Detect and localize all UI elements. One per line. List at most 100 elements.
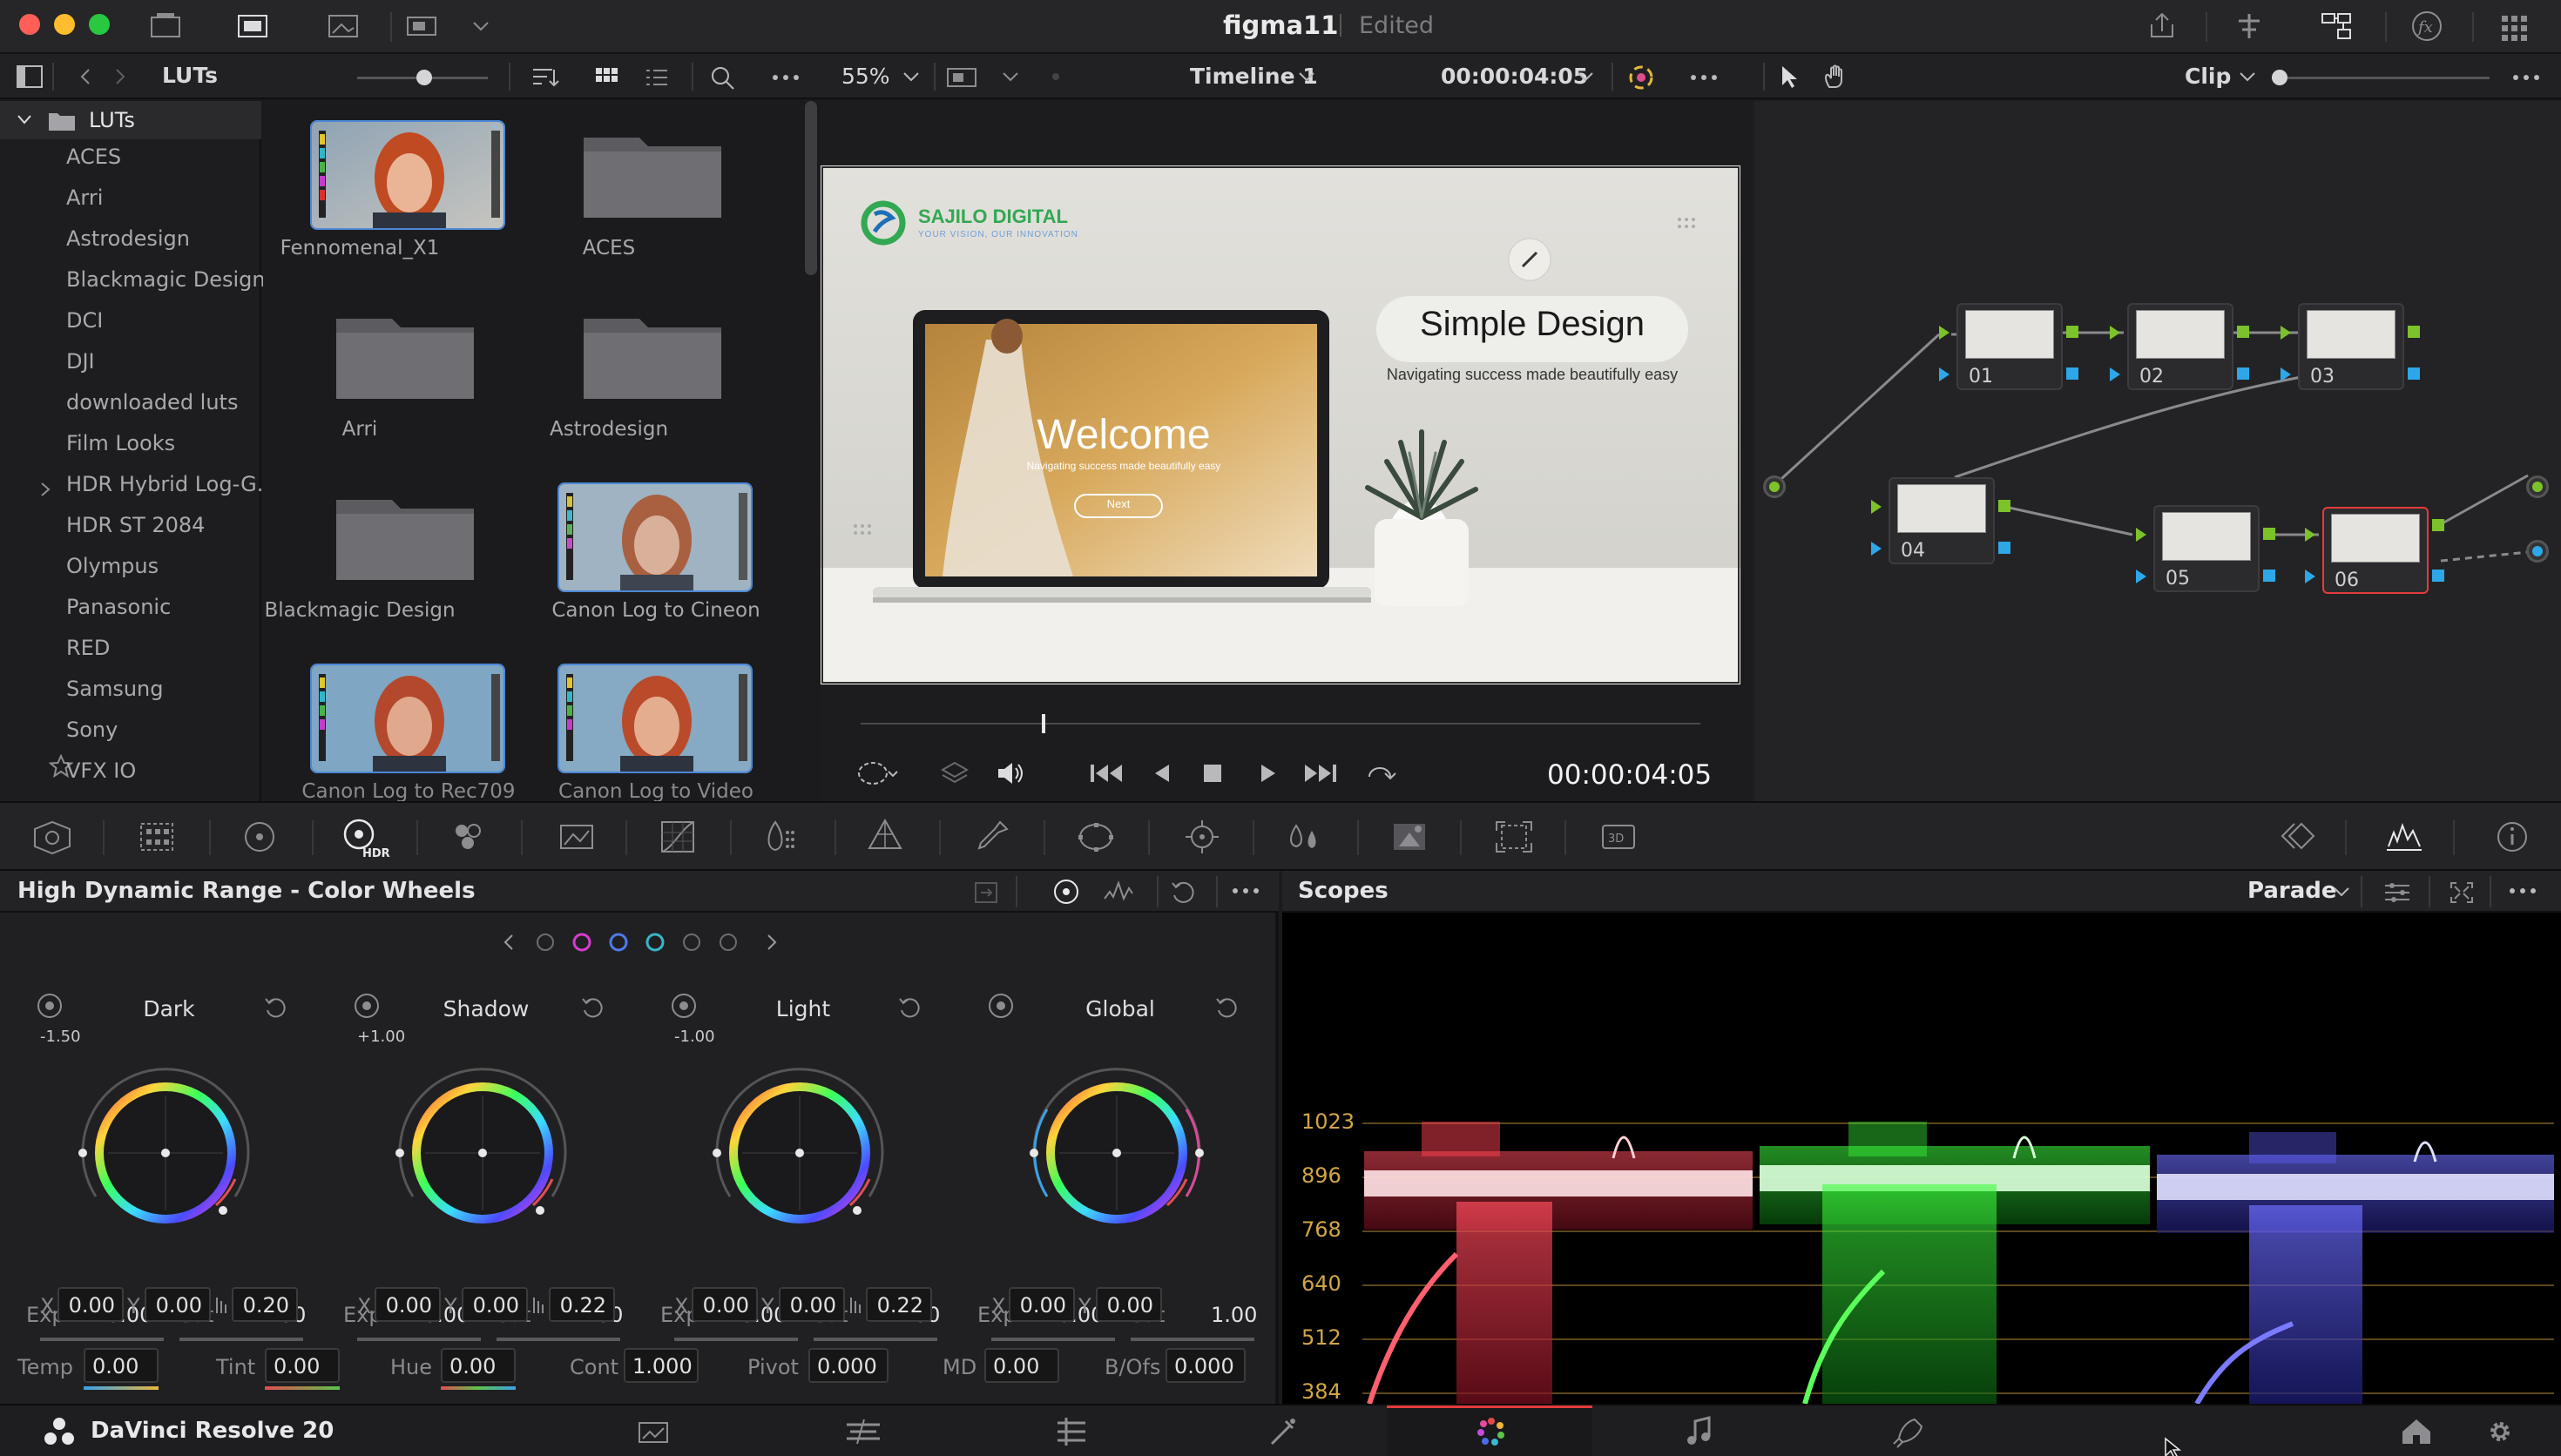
fullscreen-icon[interactable] — [2446, 878, 2477, 907]
zoom-level[interactable]: 55% — [841, 64, 890, 89]
tree-item[interactable]: HDR ST 2084 — [66, 513, 205, 537]
reset-icon[interactable] — [261, 993, 291, 1022]
falloff-field[interactable]: 0.22 — [866, 1287, 932, 1322]
list-view-icon[interactable] — [643, 64, 671, 91]
node-editor-icon[interactable] — [2317, 9, 2355, 44]
node-05[interactable]: 05 — [2153, 505, 2260, 592]
tree-item[interactable]: Arri — [66, 185, 103, 210]
node-input[interactable] — [1763, 475, 1786, 498]
tree-item[interactable]: VFX IO — [66, 758, 136, 783]
search-icon[interactable] — [709, 64, 737, 91]
forward-icon[interactable] — [111, 66, 129, 87]
node-02[interactable]: 02 — [2127, 303, 2233, 390]
param-field[interactable]: 0.00 — [265, 1348, 340, 1383]
exp-slider[interactable] — [40, 1338, 164, 1341]
param-field[interactable]: 0.000 — [808, 1348, 889, 1383]
zone-picker-icon[interactable] — [35, 991, 64, 1021]
zone-next-icon[interactable] — [761, 932, 782, 953]
zone-picker-icon[interactable] — [986, 991, 1016, 1021]
sat-slider[interactable] — [179, 1338, 303, 1341]
chevron-down-icon[interactable] — [2331, 883, 2352, 900]
loop-icon[interactable] — [1361, 756, 1401, 791]
viewer-mode-icon[interactable] — [944, 64, 979, 91]
chevron-down-icon[interactable] — [1575, 68, 1596, 85]
playhead[interactable] — [1042, 714, 1045, 733]
chevron-down-icon[interactable] — [2237, 68, 2258, 85]
tree-item[interactable]: Panasonic — [66, 595, 171, 619]
fusion-page-icon[interactable] — [1263, 1414, 1301, 1449]
rgb-mixer-icon[interactable] — [444, 815, 490, 859]
param-field[interactable]: 0.00 — [441, 1348, 516, 1383]
folder-icon[interactable] — [578, 307, 726, 402]
x-field[interactable]: 0.00 — [1009, 1287, 1075, 1322]
sat-slider[interactable] — [1131, 1338, 1254, 1341]
param-field[interactable]: 0.000 — [1166, 1348, 1246, 1383]
close-window-button[interactable] — [19, 14, 40, 35]
more-options-icon[interactable] — [2509, 64, 2544, 91]
tree-root[interactable]: LUTs — [89, 108, 135, 132]
fairlight-page-icon[interactable] — [1681, 1414, 1720, 1449]
lut-thumbnail-canon-video[interactable] — [557, 664, 753, 773]
sort-icon[interactable] — [526, 64, 561, 91]
color-warper-icon[interactable] — [758, 815, 803, 859]
color-page-icon[interactable] — [1472, 1414, 1510, 1449]
tree-item[interactable]: downloaded luts — [66, 390, 238, 415]
tree-item[interactable]: Olympus — [66, 554, 159, 578]
info-icon[interactable] — [2490, 815, 2535, 859]
hand-icon[interactable] — [1821, 63, 1850, 91]
exp-slider[interactable] — [991, 1338, 1115, 1341]
back-icon[interactable] — [77, 66, 94, 87]
color-match-icon[interactable] — [134, 815, 179, 859]
color-wheel[interactable] — [1012, 1048, 1221, 1257]
sat-slider[interactable] — [814, 1338, 937, 1341]
camera-raw-icon[interactable] — [30, 815, 75, 859]
color-sync-icon[interactable] — [1625, 63, 1657, 92]
pointer-icon[interactable] — [1775, 63, 1801, 91]
slider-handle[interactable] — [416, 70, 432, 85]
lut-thumbnail-canon-rec709[interactable] — [310, 664, 505, 773]
browser-scrollbar[interactable] — [805, 101, 817, 275]
tree-item[interactable]: RED — [66, 636, 110, 660]
zone-prev-icon[interactable] — [498, 932, 519, 953]
tree-item[interactable]: HDR Hybrid Log-G... — [66, 472, 277, 496]
media-pool-icon[interactable] — [146, 9, 185, 44]
folder-icon[interactable] — [331, 488, 479, 583]
loop-area-icon[interactable] — [855, 756, 899, 791]
play-reverse-icon[interactable] — [1145, 756, 1179, 791]
grid-view-icon[interactable] — [592, 64, 620, 91]
hdr-wheels-icon[interactable]: HDR — [338, 815, 390, 860]
node-01[interactable]: 01 — [1956, 303, 2063, 390]
key-icon[interactable] — [1387, 815, 1432, 859]
curves-icon[interactable] — [655, 815, 700, 859]
node-03[interactable]: 03 — [2298, 303, 2404, 390]
tree-item[interactable]: Blackmagic Design — [66, 267, 266, 292]
keyframes-icon[interactable] — [2279, 815, 2324, 859]
more-options-icon[interactable] — [1686, 64, 1721, 91]
chevron-down-icon[interactable] — [462, 9, 500, 44]
chevron-right-icon[interactable] — [38, 481, 52, 498]
more-options-icon[interactable] — [768, 64, 803, 91]
share-icon[interactable] — [2143, 9, 2181, 44]
speaker-icon[interactable] — [993, 756, 1028, 791]
reset-icon[interactable] — [1167, 876, 1199, 907]
zone-dots[interactable] — [535, 932, 753, 953]
sat-slider[interactable] — [497, 1338, 620, 1341]
more-options-icon[interactable] — [2505, 878, 2540, 904]
x-field[interactable]: 0.00 — [692, 1287, 758, 1322]
expand-icon[interactable] — [969, 878, 1003, 907]
layers-icon[interactable] — [937, 756, 972, 791]
lut-thumbnail-canon-cineon[interactable] — [557, 482, 753, 592]
param-field[interactable]: 0.00 — [984, 1348, 1059, 1383]
gallery-icon[interactable] — [324, 9, 362, 44]
skip-to-start-icon[interactable] — [1085, 756, 1125, 791]
primaries-wheels-icon[interactable] — [237, 815, 282, 859]
node-zoom-slider[interactable] — [2272, 77, 2490, 79]
wheels-mode-icon[interactable] — [1051, 876, 1082, 907]
tree-item[interactable]: DJI — [66, 349, 95, 374]
scopes-icon[interactable] — [2382, 815, 2427, 859]
zone-picker-icon[interactable] — [669, 991, 699, 1021]
skip-to-end-icon[interactable] — [1301, 756, 1341, 791]
chevron-down-icon[interactable] — [1000, 68, 1021, 85]
reset-icon[interactable] — [895, 993, 925, 1022]
node-mode[interactable]: Clip — [2185, 64, 2231, 89]
